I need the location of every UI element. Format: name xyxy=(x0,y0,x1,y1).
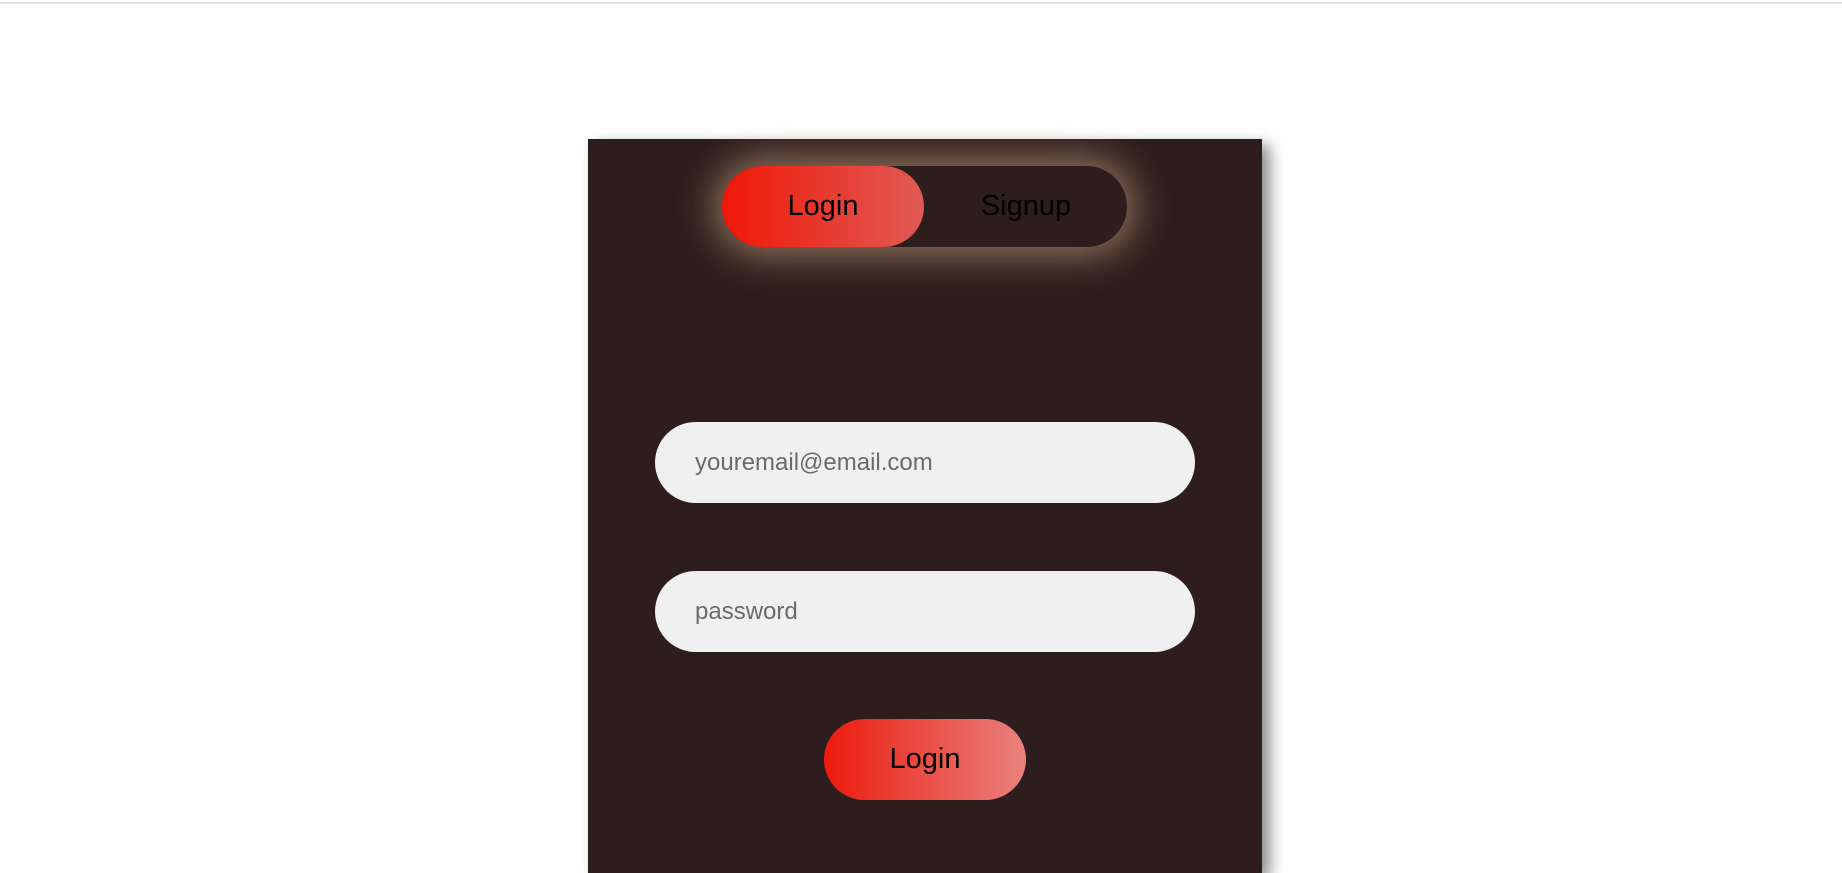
tab-login[interactable]: Login xyxy=(722,166,924,247)
login-form-panel: Login Signup Login xyxy=(588,139,1262,873)
login-submit-button[interactable]: Login xyxy=(824,719,1026,800)
password-input[interactable] xyxy=(655,571,1195,652)
tab-signup[interactable]: Signup xyxy=(925,166,1127,247)
email-input[interactable] xyxy=(655,422,1195,503)
login-signup-toggle: Login Signup xyxy=(722,166,1127,247)
top-divider xyxy=(0,2,1842,4)
